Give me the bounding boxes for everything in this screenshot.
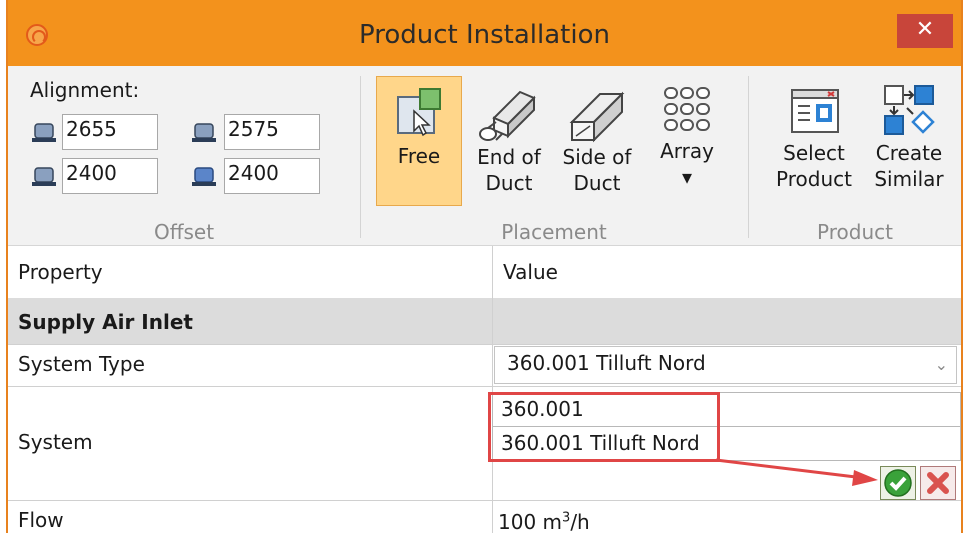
ribbon-separator xyxy=(360,76,361,238)
close-x-icon xyxy=(927,472,949,494)
flow-unit-tail: /h xyxy=(570,510,590,533)
end-of-duct-label-1: End of xyxy=(477,145,541,169)
ribbon-separator xyxy=(748,76,749,238)
array-dots-icon xyxy=(664,87,710,131)
free-label: Free xyxy=(397,144,441,168)
array-button[interactable]: Array ▾ xyxy=(644,76,730,206)
shape-left-icon xyxy=(192,123,216,142)
shape-bottom-icon xyxy=(32,167,56,186)
offset-group-label: Offset xyxy=(153,220,215,244)
shape-top-icon xyxy=(32,123,56,142)
select-product-icon xyxy=(791,89,839,133)
end-of-duct-button[interactable]: End of Duct xyxy=(466,76,552,206)
offset-group: Alignment: 2655 2575 2400 2400 Offset xyxy=(8,66,360,246)
side-of-duct-icon xyxy=(569,91,625,143)
end-of-duct-label-2: Duct xyxy=(485,171,533,195)
array-label: Array xyxy=(660,139,714,163)
side-of-duct-label-2: Duct xyxy=(573,171,621,195)
flow-label: Flow xyxy=(18,508,64,532)
offset-row-bottom: 2400 2400 xyxy=(30,158,350,194)
property-grid: Property Value Supply Air Inlet System T… xyxy=(8,246,961,533)
free-cursor-icon xyxy=(397,88,441,137)
row-divider xyxy=(8,500,961,501)
array-dropdown-arrow: ▾ xyxy=(681,165,693,189)
system-type-dropdown[interactable]: 360.001 Tilluft Nord ⌄ xyxy=(494,346,957,384)
ribbon-toolbar: Alignment: 2655 2575 2400 2400 Offset Fr… xyxy=(8,66,961,246)
offset-input-left[interactable]: 2575 xyxy=(224,114,320,150)
offset-row-top: 2655 2575 xyxy=(30,114,350,150)
category-supply-air-inlet: Supply Air Inlet xyxy=(8,298,961,344)
confirm-button[interactable] xyxy=(880,466,916,500)
side-of-duct-button[interactable]: Side of Duct xyxy=(554,76,640,206)
product-group-label: Product xyxy=(817,220,893,244)
offset-input-right[interactable]: 2400 xyxy=(224,158,320,194)
value-column-header[interactable]: Value xyxy=(493,246,961,298)
chevron-down-icon: ⌄ xyxy=(934,355,948,374)
flow-unit: m xyxy=(542,510,563,533)
free-placement-button[interactable]: Free xyxy=(376,76,462,206)
select-product-label-2: Product xyxy=(776,167,852,191)
column-divider xyxy=(492,246,493,533)
create-similar-icon xyxy=(884,85,935,135)
placement-group: Free End of Duct Side of Duct Array ▾ Pl… xyxy=(362,66,746,246)
close-button[interactable]: ✕ xyxy=(897,14,953,48)
row-divider xyxy=(8,386,961,387)
product-group: Select Product Create Similar Product xyxy=(750,66,960,246)
system-type-label: System Type xyxy=(18,352,145,376)
end-of-duct-icon xyxy=(479,90,536,141)
title-bar: Product Installation ✕ xyxy=(8,0,961,66)
cancel-button[interactable] xyxy=(920,466,956,500)
side-of-duct-label-1: Side of xyxy=(562,145,632,169)
product-installation-window: Product Installation ✕ Alignment: 2655 2… xyxy=(6,0,963,533)
system-label: System xyxy=(18,430,93,454)
select-product-label-1: Select xyxy=(783,141,845,165)
alignment-label: Alignment: xyxy=(30,78,140,102)
create-similar-label-1: Create xyxy=(875,141,943,165)
shape-right-icon xyxy=(192,167,216,186)
highlight-box xyxy=(488,392,720,462)
checkmark-icon xyxy=(884,469,912,497)
create-similar-button[interactable]: Create Similar xyxy=(862,76,956,206)
row-divider xyxy=(8,344,961,345)
select-product-button[interactable]: Select Product xyxy=(764,76,864,206)
placement-group-label: Placement xyxy=(501,220,607,244)
system-type-value: 360.001 Tilluft Nord xyxy=(507,351,706,375)
flow-value[interactable]: 100 m3/h xyxy=(498,510,590,533)
property-column-header[interactable]: Property xyxy=(8,246,492,298)
annotation-arrow-icon xyxy=(715,458,878,486)
offset-input-top[interactable]: 2655 xyxy=(62,114,158,150)
window-title: Product Installation xyxy=(359,20,610,50)
offset-input-bottom[interactable]: 2400 xyxy=(62,158,158,194)
flow-number: 100 xyxy=(498,510,537,533)
create-similar-label-2: Similar xyxy=(874,167,944,191)
